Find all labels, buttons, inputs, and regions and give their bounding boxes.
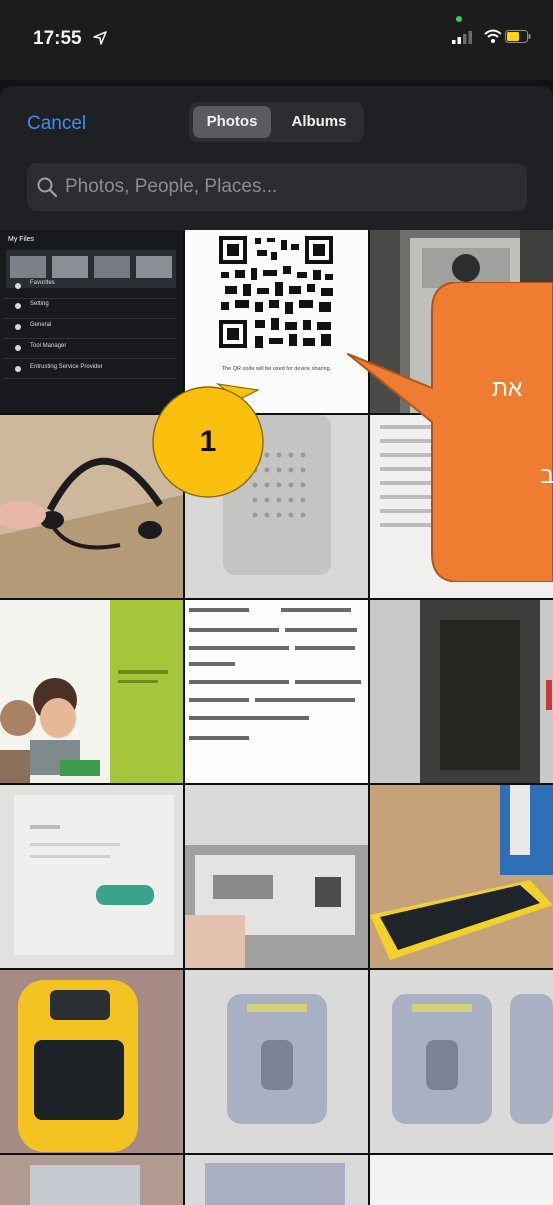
thumb-my-files-title: My Files xyxy=(8,236,35,243)
status-bar: 17:55 xyxy=(0,0,553,80)
camera-in-use-dot xyxy=(456,16,462,22)
thumb-my-files-item: Tool Manager xyxy=(30,343,67,349)
photo-picker-screen: 17:55 Cancel Photos Albums Photos, Peopl… xyxy=(0,0,553,1205)
thumb-my-files-item: General xyxy=(30,322,52,328)
photo-thumbnail-kids[interactable] xyxy=(0,600,183,783)
photo-thumbnail-dark-screen[interactable] xyxy=(370,600,553,783)
step-number: 1 xyxy=(199,425,217,458)
photo-thumbnail-yellow-device[interactable] xyxy=(370,785,553,968)
search-bar xyxy=(27,163,527,211)
search-input[interactable] xyxy=(65,163,515,211)
photo-thumbnail-partial-1[interactable] xyxy=(0,1155,183,1205)
photo-thumbnail-text-document[interactable] xyxy=(185,600,368,783)
tab-photos[interactable]: Photos xyxy=(193,106,271,138)
status-time: 17:55 xyxy=(33,28,82,49)
location-arrow-icon xyxy=(93,31,107,45)
picker-header: Cancel Photos Albums xyxy=(0,86,553,230)
thumb-my-files-item: Favorites xyxy=(30,280,55,286)
instruction-speech-bubble xyxy=(347,282,553,582)
photo-thumbnail-card[interactable] xyxy=(185,785,368,968)
photo-thumbnail-gray-device-2[interactable] xyxy=(370,970,553,1153)
photo-thumbnail-gray-device-1[interactable] xyxy=(185,970,368,1153)
cellular-signal-icon xyxy=(452,31,472,44)
photo-thumbnail-tablet-screen[interactable] xyxy=(0,785,183,968)
search-icon xyxy=(37,177,58,198)
bubble-text-line-1: את xyxy=(492,375,523,401)
segmented-control: Photos Albums xyxy=(189,102,364,142)
bubble-text-line-2: ב xyxy=(540,462,553,488)
wifi-icon xyxy=(484,29,502,43)
thumb-my-files-item: Setting xyxy=(30,301,49,307)
photo-thumbnail-yellow-phone[interactable] xyxy=(0,970,183,1153)
battery-icon xyxy=(505,30,531,43)
photo-thumbnail-partial-3[interactable] xyxy=(370,1155,553,1205)
photo-thumbnail-partial-2[interactable] xyxy=(185,1155,368,1205)
tab-albums[interactable]: Albums xyxy=(279,106,359,138)
thumb-my-files-item: Entrusting Service Provider xyxy=(30,364,103,370)
cancel-button[interactable]: Cancel xyxy=(27,113,86,135)
